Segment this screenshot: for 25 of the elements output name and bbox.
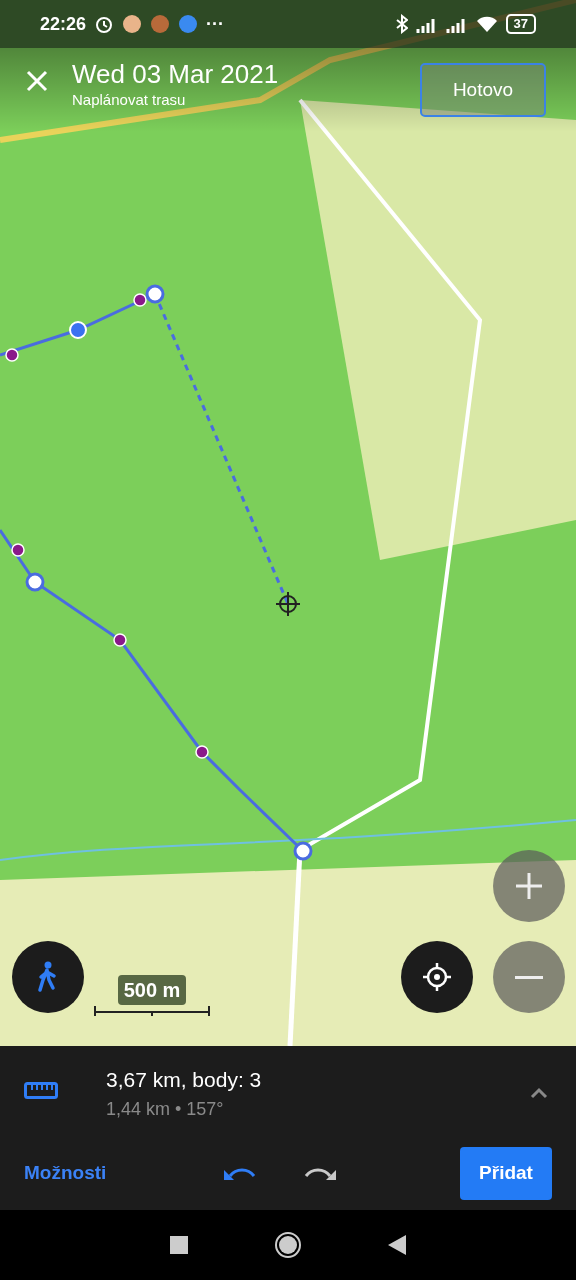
status-time: 22:26 bbox=[40, 12, 87, 36]
home-icon[interactable] bbox=[274, 1231, 302, 1259]
location-target-icon bbox=[422, 962, 452, 992]
scale-label: 500 m bbox=[117, 975, 187, 1005]
more-notifications: ··· bbox=[206, 12, 225, 36]
bluetooth-icon bbox=[395, 14, 408, 34]
plus-icon bbox=[514, 871, 544, 901]
alarm-icon bbox=[94, 14, 115, 34]
close-icon[interactable] bbox=[26, 68, 48, 92]
back-icon[interactable] bbox=[388, 1235, 406, 1255]
app-icon bbox=[178, 14, 199, 34]
minus-icon bbox=[515, 975, 543, 979]
route-date-title: Wed 03 Mar 2021 bbox=[72, 60, 279, 89]
segment-detail: 1,44 km • 157° bbox=[106, 1097, 225, 1121]
ruler-icon bbox=[24, 1080, 58, 1100]
wifi-icon bbox=[475, 15, 498, 33]
route-distance: 3,67 km, body: 3 bbox=[106, 1067, 262, 1093]
app-icon bbox=[122, 14, 143, 34]
crosshair-icon bbox=[275, 591, 301, 617]
options-button[interactable]: Možnosti bbox=[24, 1158, 107, 1188]
done-button[interactable]: Hotovo bbox=[420, 63, 546, 117]
battery-indicator: 37 bbox=[505, 14, 536, 34]
app-icon bbox=[150, 14, 171, 34]
add-point-button[interactable]: Přidat bbox=[460, 1146, 552, 1200]
screen-subtitle: Naplánovat trasu bbox=[72, 89, 187, 110]
